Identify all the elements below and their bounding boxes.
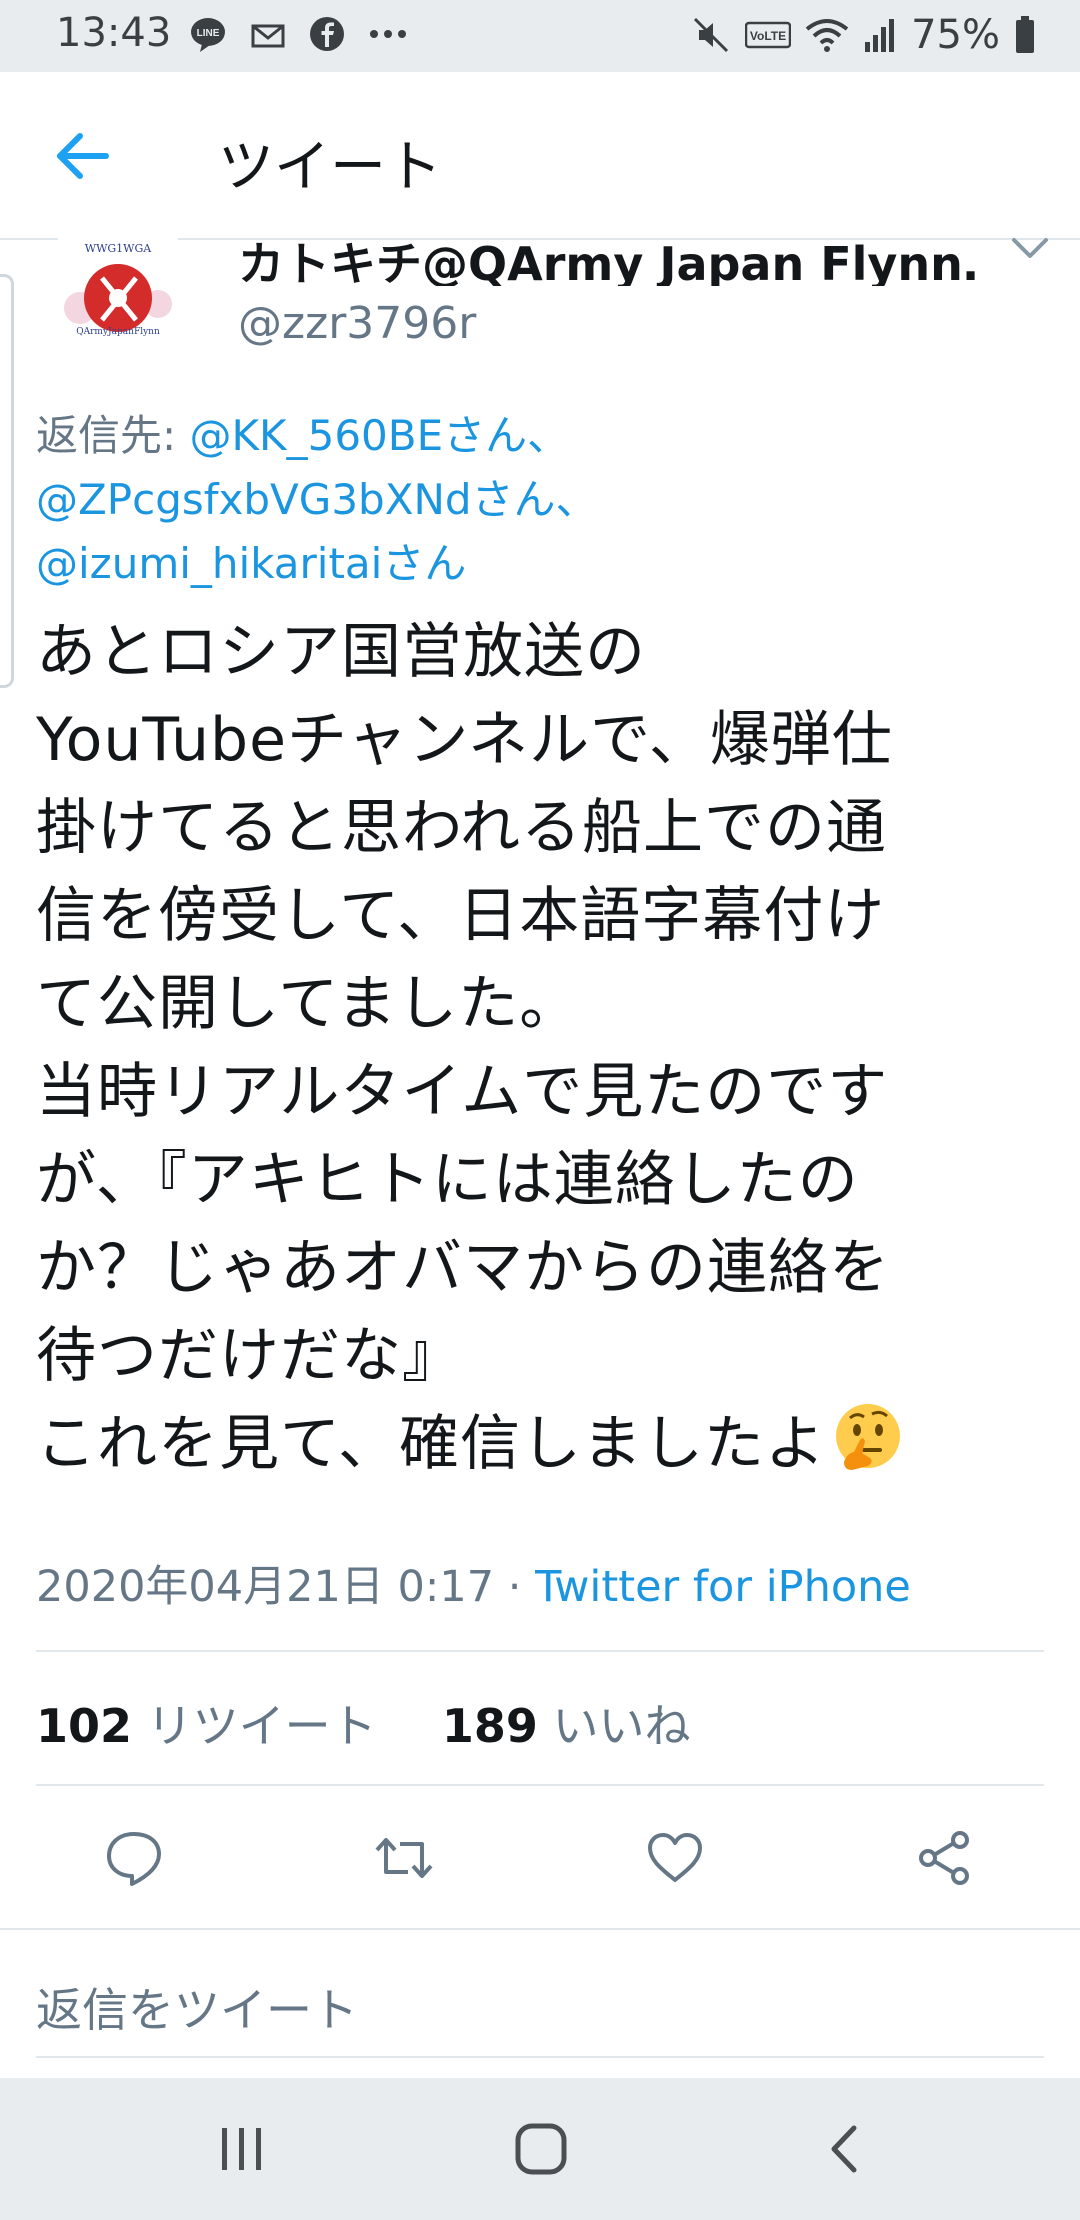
- divider: [36, 1784, 1044, 1786]
- back-icon[interactable]: [826, 2124, 862, 2174]
- tweet-line: 待つだけだな』: [36, 1321, 463, 1391]
- chevron-down-icon[interactable]: [1008, 234, 1052, 264]
- scroll-indicator: [0, 274, 14, 688]
- engagement-counts: 102 リツイート 189 いいね: [36, 1690, 691, 1756]
- tweet-source-link[interactable]: Twitter for iPhone: [535, 1562, 911, 1612]
- app-header: ツイート: [0, 72, 1080, 240]
- facebook-icon: [310, 17, 344, 51]
- svg-text:QArmyJapanFlynn: QArmyJapanFlynn: [76, 327, 160, 337]
- avatar-image: WWG1WGA QArmyJapanFlynn: [58, 238, 178, 342]
- battery-icon: [1016, 16, 1034, 53]
- reply-to: 返信先: @KK_560BEさん、 @ZPcgsfxbVG3bXNdさん、 @i…: [36, 404, 598, 596]
- tweet-line: て公開してました。: [36, 969, 581, 1039]
- tweet-line: か？じゃあオバマからの連絡を: [36, 1233, 890, 1303]
- mute-icon: [694, 17, 729, 53]
- heart-icon[interactable]: [645, 1828, 705, 1888]
- tweet-line: 信を傍受して、日本語字幕付け: [36, 881, 886, 951]
- retweet-count-label: リツイート: [132, 1699, 377, 1753]
- tweet-line: あとロシア国営放送の: [36, 617, 646, 687]
- divider: [36, 1650, 1044, 1652]
- mail-icon: [251, 24, 285, 48]
- signal-icon: [865, 19, 895, 52]
- wifi-icon: [805, 19, 849, 52]
- retweet-count: 102: [36, 1699, 133, 1753]
- tweet-line: YouTubeチャンネルで、爆弾仕: [36, 705, 893, 775]
- retweet-icon[interactable]: [374, 1828, 434, 1888]
- tweet-last-line: これを見て、確信しましたよ: [36, 1400, 1046, 1488]
- share-icon[interactable]: [914, 1828, 974, 1888]
- line-icon: LINE: [191, 18, 225, 52]
- system-nav-bar: [0, 2078, 1080, 2220]
- back-arrow-icon[interactable]: [50, 124, 114, 188]
- like-count-label: いいね: [537, 1699, 691, 1753]
- tweet-line: 掛けてると思われる船上での通: [36, 793, 887, 863]
- tweet-line: 当時リアルタイムで見たのです: [36, 1057, 889, 1127]
- status-time: 13:43: [56, 10, 172, 56]
- avatar[interactable]: WWG1WGA QArmyJapanFlynn: [58, 238, 178, 342]
- tweet-timestamp: 2020年04月21日 0:17 ·: [36, 1562, 536, 1612]
- battery-percent: 75%: [911, 12, 1000, 58]
- tweet-meta: 2020年04月21日 0:17 · Twitter for iPhone: [36, 1552, 911, 1614]
- reply-input[interactable]: 返信をツイート: [36, 1974, 358, 2040]
- system-status-icons: VoLTE 75%: [691, 12, 1036, 58]
- divider: [36, 2056, 1044, 2058]
- home-icon[interactable]: [514, 2122, 568, 2176]
- like-count-link[interactable]: 189 いいね: [442, 1699, 691, 1753]
- volte-icon: VoLTE: [745, 21, 792, 49]
- retweet-count-link[interactable]: 102 リツイート: [36, 1699, 377, 1753]
- notification-icons: LINE: [188, 14, 408, 54]
- thinking-face-icon: [836, 1404, 900, 1470]
- tweet-text: あとロシア国営放送の YouTubeチャンネルで、爆弾仕 掛けてると思われる船上…: [36, 608, 1046, 1488]
- author-name[interactable]: カトキチ@QArmy Japan Flynn…: [238, 228, 978, 286]
- like-count: 189: [441, 1699, 538, 1753]
- reply-to-label: 返信先:: [36, 411, 190, 460]
- recent-apps-icon[interactable]: [218, 2124, 266, 2174]
- mention-link[interactable]: @ZPcgsfxbVG3bXNdさん、: [36, 475, 598, 524]
- svg-text:VoLTE: VoLTE: [750, 29, 786, 43]
- page-title: ツイート: [218, 135, 442, 200]
- divider: [0, 1928, 1080, 1930]
- more-dots-icon: [370, 30, 406, 38]
- svg-text:LINE: LINE: [197, 28, 220, 39]
- author-handle[interactable]: @zzr3796r: [238, 298, 476, 349]
- mention-link[interactable]: @KK_560BEさん、: [190, 411, 570, 460]
- tweet-line: が、『アキヒトには連絡したの: [36, 1145, 859, 1215]
- svg-text:WWG1WGA: WWG1WGA: [85, 242, 152, 255]
- reply-icon[interactable]: [104, 1828, 164, 1888]
- tweet-line: これを見て、確信しましたよ: [36, 1409, 826, 1479]
- mention-link[interactable]: @izumi_hikaritaiさん: [36, 539, 466, 588]
- status-bar: 13:43 LINE VoLTE 75%: [0, 0, 1080, 72]
